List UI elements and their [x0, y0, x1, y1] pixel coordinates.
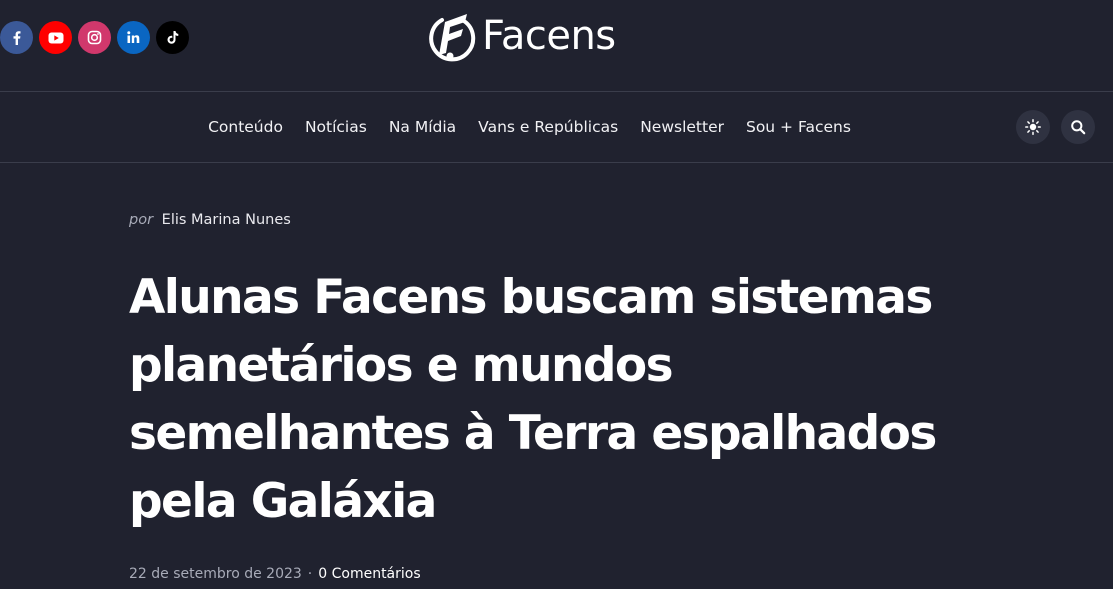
youtube-icon	[48, 32, 63, 43]
article-meta: 22 de setembro de 2023 · 0 Comentários	[129, 566, 421, 582]
search-icon	[1071, 120, 1086, 135]
theme-toggle-button[interactable]	[1016, 110, 1050, 144]
nav-divider	[0, 162, 1113, 163]
nav-item-conteudo[interactable]: Conteúdo	[208, 118, 283, 136]
instagram-button[interactable]	[78, 21, 111, 54]
linkedin-button[interactable]	[117, 21, 150, 54]
logo-text: Facens	[482, 13, 616, 59]
top-header: Facens	[0, 0, 1113, 91]
article-header: por Elis Marina Nunes Alunas Facens busc…	[129, 212, 989, 582]
nav-item-na-midia[interactable]: Na Mídia	[389, 118, 456, 136]
facens-logo[interactable]: Facens	[428, 10, 616, 62]
youtube-button[interactable]	[39, 21, 72, 54]
nav-item-sou-mais-facens[interactable]: Sou + Facens	[746, 118, 851, 136]
instagram-icon	[87, 30, 102, 45]
linkedin-icon	[127, 31, 140, 43]
byline-prefix: por	[129, 212, 154, 228]
facebook-button[interactable]	[0, 21, 33, 54]
tiktok-button[interactable]	[156, 21, 189, 54]
publish-date: 22 de setembro de 2023	[129, 566, 302, 582]
social-links	[0, 21, 189, 54]
comments-link[interactable]: 0 Comentários	[318, 566, 420, 582]
byline: por Elis Marina Nunes	[129, 212, 989, 228]
nav-item-vans-e-republicas[interactable]: Vans e Repúblicas	[478, 118, 618, 136]
main-navigation: Conteúdo Notícias Na Mídia Vans e Repúbl…	[0, 92, 1113, 162]
facens-logo-icon	[429, 14, 476, 62]
article-title: Alunas Facens buscam sistemas planetário…	[129, 270, 937, 529]
sun-icon	[1025, 119, 1041, 135]
search-button[interactable]	[1061, 110, 1095, 144]
tiktok-icon	[167, 31, 178, 44]
nav-item-newsletter[interactable]: Newsletter	[640, 118, 724, 136]
nav-menu: Conteúdo Notícias Na Mídia Vans e Repúbl…	[0, 92, 1059, 162]
facebook-icon	[13, 30, 20, 45]
meta-separator: ·	[307, 566, 313, 582]
author-link[interactable]: Elis Marina Nunes	[162, 212, 291, 228]
nav-item-noticias[interactable]: Notícias	[305, 118, 367, 136]
